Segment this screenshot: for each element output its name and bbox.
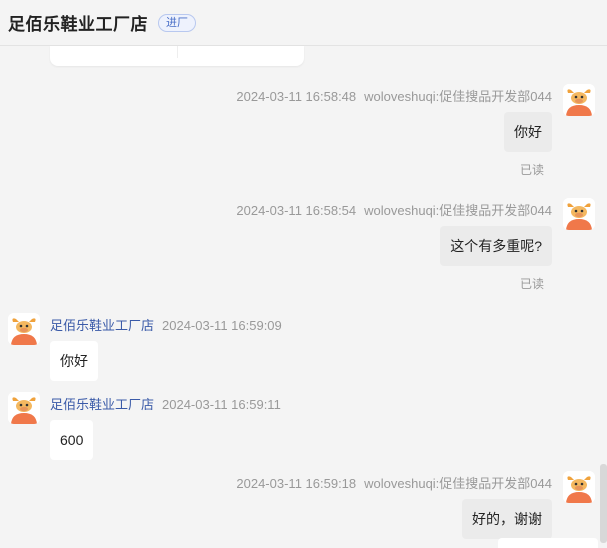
message-meta: 足佰乐鞋业工厂店 2024-03-11 16:59:11 (50, 394, 281, 413)
message-timestamp: 2024-03-11 16:59:09 (162, 318, 282, 333)
bull-avatar-icon[interactable] (563, 84, 595, 116)
message-meta: 2024-03-11 16:58:48 woloveshuqi:促佳搜品开发部04… (236, 86, 552, 105)
bull-avatar-icon[interactable] (8, 392, 40, 424)
message-sender: woloveshuqi:促佳搜品开发部044 (364, 203, 552, 218)
bull-avatar-icon[interactable] (563, 471, 595, 503)
previous-card-fragment (50, 46, 304, 66)
message-sender: woloveshuqi:促佳搜品开发部044 (364, 476, 552, 491)
message-sender[interactable]: 足佰乐鞋业工厂店 (50, 397, 154, 412)
message-timestamp: 2024-03-11 16:58:54 (236, 203, 357, 218)
scrollbar-thumb[interactable] (600, 464, 607, 543)
message-bubble[interactable]: 好的，谢谢 (462, 499, 552, 539)
shop-title: 足佰乐鞋业工厂店 (8, 15, 148, 34)
message-bubble[interactable]: 600 (50, 420, 94, 460)
message-meta: 2024-03-11 16:58:54 woloveshuqi:促佳搜品开发部04… (236, 200, 552, 219)
next-card-fragment (498, 538, 598, 548)
enter-shop-badge[interactable]: 进厂 (158, 13, 196, 32)
message-sender[interactable]: 足佰乐鞋业工厂店 (50, 318, 154, 333)
message-sender: woloveshuqi:促佳搜品开发部044 (364, 89, 552, 104)
message-meta: 2024-03-11 16:59:18 woloveshuqi:促佳搜品开发部04… (236, 473, 552, 492)
message-timestamp: 2024-03-11 16:59:18 (236, 476, 357, 491)
message-meta: 足佰乐鞋业工厂店 2024-03-11 16:59:09 (50, 315, 282, 334)
message-bubble[interactable]: 这个有多重呢? (440, 226, 552, 266)
message-bubble[interactable]: 你好 (504, 112, 552, 152)
read-status: 已读 (519, 277, 544, 291)
bull-avatar-icon[interactable] (563, 198, 595, 230)
read-status: 已读 (519, 163, 544, 177)
chat-header: 足佰乐鞋业工厂店 进厂 (0, 0, 607, 46)
message-timestamp: 2024-03-11 16:59:11 (162, 397, 281, 412)
card-divider (177, 46, 178, 58)
message-timestamp: 2024-03-11 16:58:48 (236, 89, 357, 104)
bull-avatar-icon[interactable] (8, 313, 40, 345)
message-bubble[interactable]: 你好 (50, 341, 98, 381)
